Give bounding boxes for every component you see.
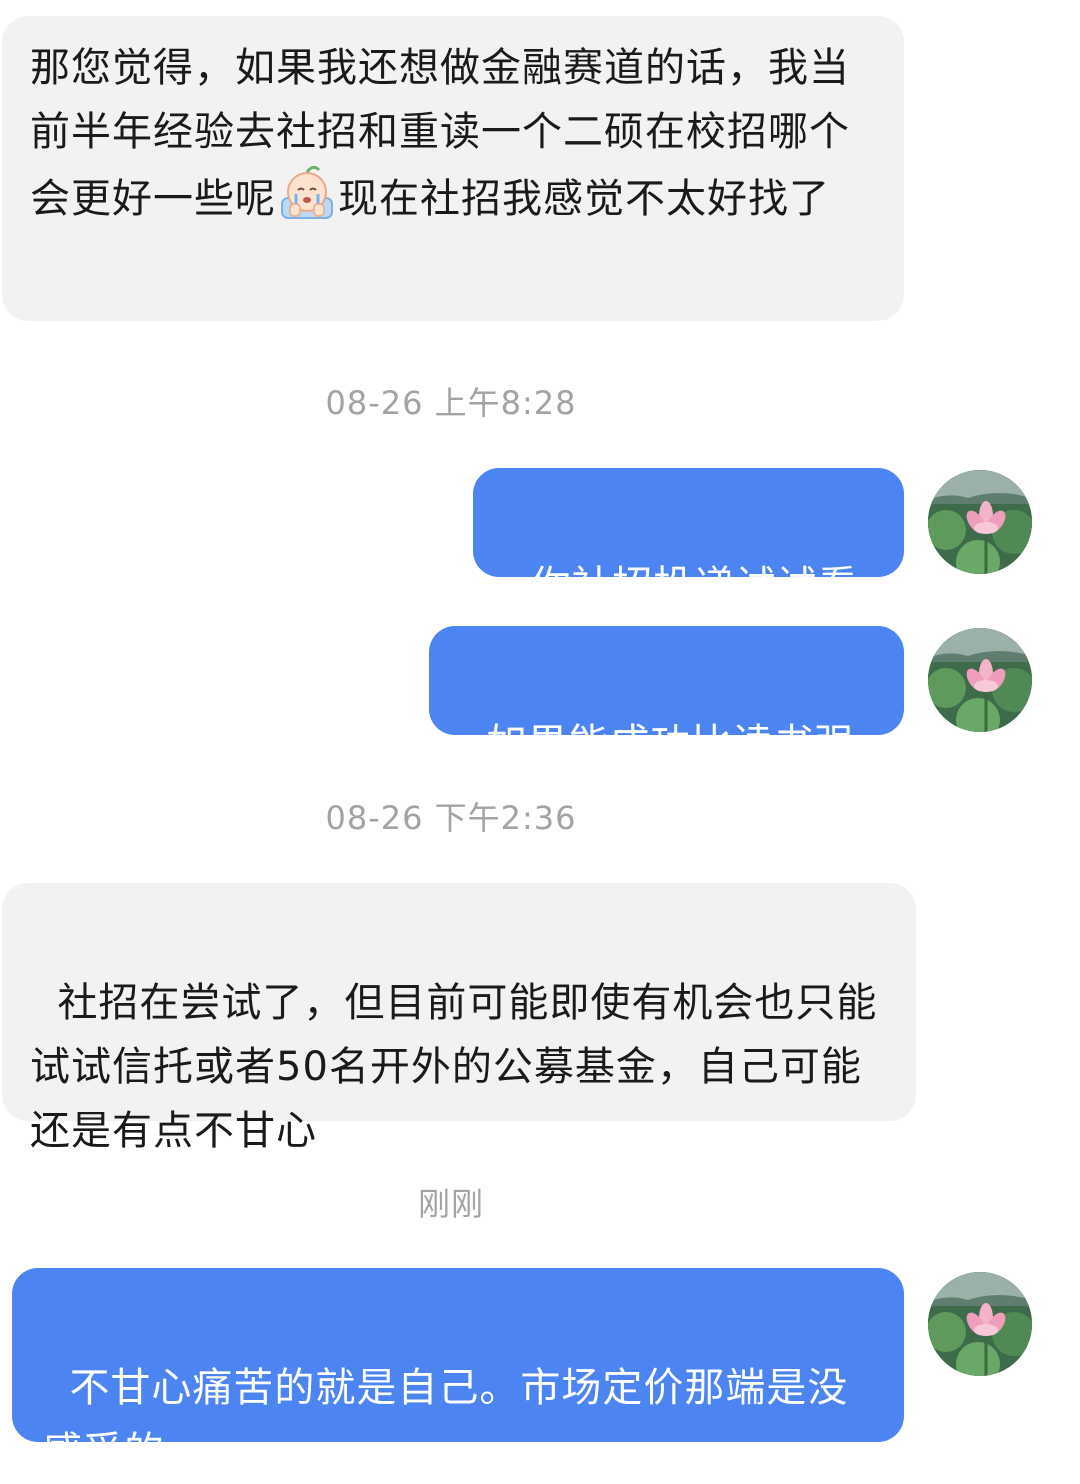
crying-face-emoji-icon — [278, 164, 336, 222]
timestamp: 08-26 下午2:36 — [325, 799, 577, 837]
message-text: 现在社招我感觉不太好找了 — [338, 176, 830, 222]
message-text: 你社招投递试试看 — [530, 563, 859, 609]
message-text: 社招在尝试了，但目前可能即使有机会也只能试试信托或者50名开外的公募基金，自己可… — [30, 980, 878, 1154]
lotus-avatar-icon — [928, 628, 1032, 732]
message-bubble-sent[interactable]: 你社招投递试试看 — [473, 468, 904, 609]
user-avatar[interactable] — [928, 628, 1032, 732]
message-bubble-sent[interactable]: 如果能成功比读书强 — [429, 626, 904, 767]
message-bubble-sent[interactable]: 不甘心痛苦的就是自己。市场定价那端是没感受的 — [12, 1268, 904, 1475]
user-avatar[interactable] — [928, 1272, 1032, 1376]
timestamp: 刚刚 — [417, 1185, 484, 1223]
message-bubble-received[interactable]: 社招在尝试了，但目前可能即使有机会也只能试试信托或者50名开外的公募基金，自己可… — [2, 883, 916, 1154]
user-avatar[interactable] — [928, 470, 1032, 574]
lotus-avatar-icon — [928, 470, 1032, 574]
message-bubble-received[interactable]: 那您觉得，如果我还想做金融赛道的话，我当前半年经验去社招和重读一个二硕在校招哪个… — [2, 16, 904, 321]
message-text: 如果能成功比读书强 — [486, 721, 856, 767]
lotus-avatar-icon — [928, 1272, 1032, 1376]
timestamp: 08-26 上午8:28 — [325, 384, 577, 422]
